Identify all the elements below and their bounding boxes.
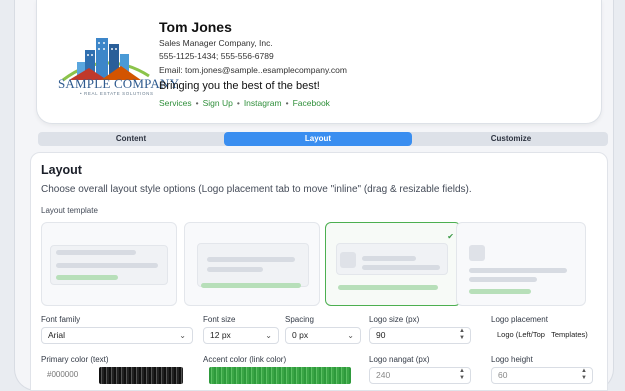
font-family-select[interactable]: Arial ⌄ xyxy=(41,327,193,344)
template-bar xyxy=(207,267,263,272)
tab-customize[interactable]: Customize xyxy=(414,132,608,146)
signature-phone: 555-1125-1434; 555-556-6789 xyxy=(159,51,274,61)
font-family-label: Font family xyxy=(41,315,81,324)
panel-description: Choose overall layout style options (Log… xyxy=(41,184,472,195)
logo-margin-value: 240 xyxy=(376,370,391,380)
link-facebook[interactable]: Facebook xyxy=(293,98,330,108)
template-option-3[interactable]: ✔ xyxy=(325,222,461,306)
font-size-value: 12 px xyxy=(210,330,231,340)
signature-email: Email: tom.jones@sample..esamplecompany.… xyxy=(159,65,347,75)
template-bar xyxy=(362,265,440,270)
logo-placeholder xyxy=(340,252,356,268)
signature-links: Services • Sign Up • Instagram • Faceboo… xyxy=(159,98,330,108)
tab-content[interactable]: Content xyxy=(38,132,224,146)
font-size-label: Font size xyxy=(203,315,236,324)
logo-height-label: Logo height xyxy=(491,355,533,364)
logo-placement-select[interactable]: Logo (Left/Top Templates) xyxy=(491,327,603,344)
signature-name: Tom Jones xyxy=(159,19,232,35)
logo-margin-label: Logo nangat (px) xyxy=(369,355,430,364)
accent-color-swatch[interactable] xyxy=(209,367,351,384)
template-bar xyxy=(362,256,416,261)
panel-title: Layout xyxy=(41,163,82,177)
layout-template-label: Layout template xyxy=(41,206,98,215)
spacing-value: 0 px xyxy=(292,330,309,340)
template-bar xyxy=(207,257,295,262)
stepper-icon[interactable]: ▲ ▼ xyxy=(581,368,587,382)
signature-title: Sales Manager Company, Inc. xyxy=(159,38,273,48)
spacing-label: Spacing xyxy=(285,315,314,324)
link-services[interactable]: Services xyxy=(159,98,192,108)
template-option-2[interactable] xyxy=(184,222,320,306)
template-option-1[interactable] xyxy=(41,222,177,306)
logo-placement-label: Logo placement xyxy=(491,315,548,324)
template-bar xyxy=(338,285,438,290)
editor-tabs: Content Layout Customize xyxy=(38,132,608,146)
link-separator: • xyxy=(285,98,289,108)
logo-size-input[interactable]: 90 ▲ ▼ xyxy=(369,327,471,344)
font-family-value: Arial xyxy=(48,330,66,340)
link-separator: • xyxy=(236,98,240,108)
accent-color-label: Accent color (link color) xyxy=(203,355,287,364)
template-bar xyxy=(469,277,537,282)
link-sign-up[interactable]: Sign Up xyxy=(203,98,233,108)
link-separator: • xyxy=(195,98,199,108)
primary-color-swatch[interactable] xyxy=(99,367,183,384)
signature-tagline: Bringing you the best of the best! xyxy=(159,80,320,92)
template-bar xyxy=(469,268,567,273)
template-bar xyxy=(201,283,301,288)
spacing-select[interactable]: 0 px ⌄ xyxy=(285,327,361,344)
logo-margin-input[interactable]: 240 ▲ ▼ xyxy=(369,367,471,384)
logo-size-label: Logo size (px) xyxy=(369,315,420,324)
logo-subtitle: • REAL ESTATE SOLUTIONS xyxy=(80,91,154,96)
logo-height-value: 60 xyxy=(498,370,508,380)
template-bar xyxy=(56,275,118,280)
template-preview xyxy=(197,243,309,287)
stepper-icon[interactable]: ▲ ▼ xyxy=(459,368,465,382)
chevron-down-icon: ⌄ xyxy=(179,331,186,340)
stepper-icon[interactable]: ▲ ▼ xyxy=(459,328,465,342)
primary-color-label: Primary color (text) xyxy=(41,355,109,364)
logo-size-value: 90 xyxy=(376,330,386,340)
template-bar xyxy=(469,289,531,294)
font-size-select[interactable]: 12 px ⌄ xyxy=(203,327,279,344)
primary-color-input[interactable]: #000000 xyxy=(41,367,99,384)
logo-height-input[interactable]: 60 ▲ ▼ xyxy=(491,367,593,384)
chevron-down-icon: ⌄ xyxy=(265,331,272,340)
link-instagram[interactable]: Instagram xyxy=(244,98,282,108)
logo-placeholder xyxy=(469,245,485,261)
tab-layout[interactable]: Layout xyxy=(224,132,412,146)
template-bar xyxy=(56,263,158,268)
chevron-down-icon: ⌄ xyxy=(347,331,354,340)
layout-panel: Layout Choose overall layout style optio… xyxy=(30,152,608,391)
template-option-4[interactable] xyxy=(456,222,586,306)
template-bar xyxy=(56,250,136,255)
checkmark-icon: ✔ xyxy=(447,232,454,241)
